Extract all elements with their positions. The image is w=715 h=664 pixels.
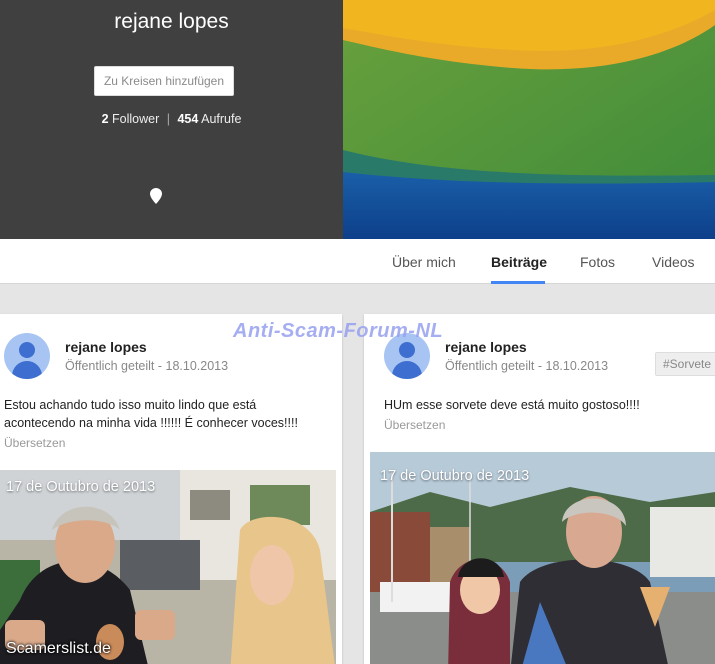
tab-videos[interactable]: Videos	[652, 254, 695, 270]
watermark-scamerslist: Scamerslist.de	[6, 640, 111, 657]
post-text-line: HUm esse sorvete deve está muito gostoso…	[384, 398, 640, 412]
post-card: rejane lopes Öffentlich geteilt - 18.10.…	[364, 314, 715, 664]
avatar-icon[interactable]	[4, 333, 50, 379]
post-meta[interactable]: Öffentlich geteilt - 18.10.2013	[445, 359, 608, 373]
location-pin-icon	[150, 188, 162, 204]
watermark-anti-scam: Anti-Scam-Forum-NL	[233, 320, 444, 342]
followers-count: 2	[101, 112, 109, 126]
views-count: 454	[177, 112, 199, 126]
translate-link[interactable]: Übersetzen	[384, 418, 445, 432]
post-text: Estou achando tudo isso muito lindo que …	[4, 396, 298, 432]
profile-panel: rejane lopes Zu Kreisen hinzufügen 2 Fol…	[0, 0, 343, 239]
post-text: HUm esse sorvete deve está muito gostoso…	[384, 396, 640, 414]
photo-caption: 17 de Outubro de 2013	[380, 468, 530, 484]
add-to-circles-button[interactable]: Zu Kreisen hinzufügen	[94, 66, 234, 96]
tab-photos[interactable]: Fotos	[580, 254, 615, 270]
photo-caption: 17 de Outubro de 2013	[6, 479, 156, 495]
followers-label[interactable]: Follower	[112, 112, 159, 126]
post-author[interactable]: rejane lopes	[445, 339, 527, 355]
post-text-line: acontecendo na minha vida !!!!!! É conhe…	[4, 416, 298, 430]
cover-photo[interactable]	[343, 0, 715, 239]
post-card: rejane lopes Öffentlich geteilt - 18.10.…	[0, 314, 342, 664]
post-photo[interactable]: 17 de Outubro de 2013	[0, 470, 336, 664]
profile-tabs: Über mich Beiträge Fotos Videos	[0, 239, 715, 284]
stats-separator: |	[166, 112, 170, 126]
post-meta[interactable]: Öffentlich geteilt - 18.10.2013	[65, 359, 228, 373]
views-label: Aufrufe	[201, 112, 242, 126]
tab-posts[interactable]: Beiträge	[491, 254, 547, 270]
hashtag-chip[interactable]: #Sorvete	[655, 352, 715, 376]
post-author[interactable]: rejane lopes	[65, 339, 147, 355]
post-text-line: Estou achando tudo isso muito lindo que …	[4, 398, 257, 412]
translate-link[interactable]: Übersetzen	[4, 436, 65, 450]
active-tab-indicator	[491, 281, 545, 284]
tab-about[interactable]: Über mich	[392, 254, 456, 270]
profile-stats: 2 Follower | 454 Aufrufe	[0, 112, 343, 126]
post-photo[interactable]: 17 de Outubro de 2013	[370, 452, 715, 664]
profile-name: rejane lopes	[114, 10, 229, 33]
